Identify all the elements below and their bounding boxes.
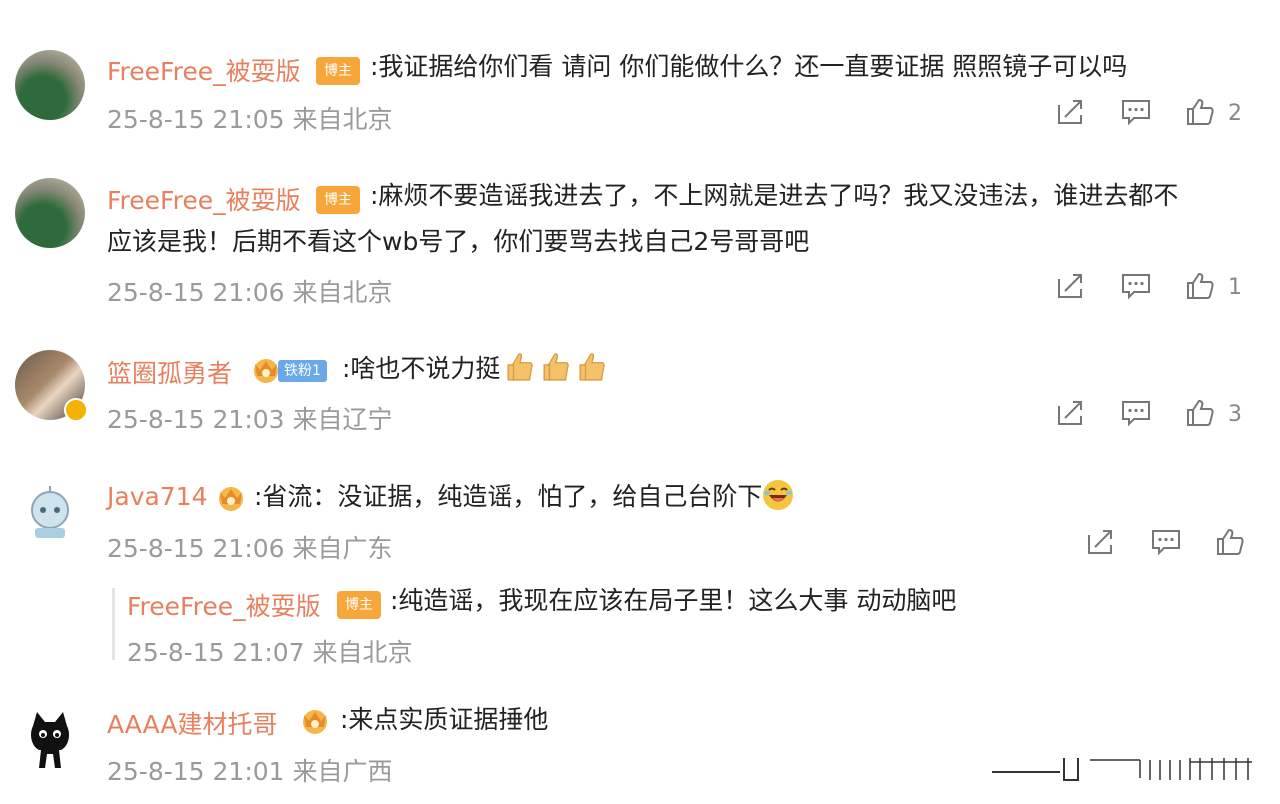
host-badge: 博主 [316,186,360,214]
like-count: 3 [1228,402,1242,427]
laughing-emoji [762,479,795,511]
username[interactable]: FreeFree_被耍版 [107,52,301,88]
username[interactable]: AAAA建材托哥 [107,705,278,741]
share-icon[interactable] [1055,97,1087,129]
comment-icon[interactable] [1120,97,1152,129]
comment-icon[interactable] [1120,271,1152,303]
comment-icon[interactable] [1150,527,1182,559]
like-count: 2 [1228,101,1242,126]
comment-text: :麻烦不要造谣我进去了，不上网就是进去了吗？我又没违法，谁进去都不 [370,181,1179,210]
verified-icon [64,398,88,422]
host-badge: 博主 [337,591,381,619]
share-icon[interactable] [1055,271,1087,303]
username[interactable]: 篮圈孤勇者 [107,354,232,390]
comment-text: :我证据给你们看 请问 你们能做什么？还一直要证据 照照镜子可以吗 [370,52,1128,81]
share-icon[interactable] [1085,527,1117,559]
crown-badge-icon [219,487,243,511]
comment-text: :啥也不说力挺 [342,347,608,391]
robot-avatar-icon [31,486,69,538]
like-icon[interactable] [1215,527,1247,559]
reply-meta: 25-8-15 21:07 来自北京 [127,638,413,667]
comment-meta: 25-8-15 21:03 来自辽宁 [107,405,393,434]
comment-text: :来点实质证据捶他 [340,705,549,734]
avatar[interactable] [15,50,85,120]
avatar[interactable] [15,704,85,774]
comment-meta: 25-8-15 21:05 来自北京 [107,105,393,134]
comment-meta: 25-8-15 21:06 来自北京 [107,278,393,307]
username[interactable]: FreeFree_被耍版 [107,181,301,217]
comment-text: :省流：没证据，纯造谣，怕了，给自己台阶下 [254,475,795,519]
like-icon[interactable] [1185,271,1217,303]
thumbs-up-emoji [543,353,570,381]
username[interactable]: Java714 [107,482,208,511]
comment-text: 应该是我！后期不看这个wb号了，你们要骂去找自己2号哥哥吧 [107,227,810,256]
comment-text-content: :啥也不说力挺 [342,354,501,383]
reply-divider [112,588,115,660]
thumbs-up-emoji [579,353,606,381]
comment-meta: 25-8-15 21:06 来自广东 [107,534,393,563]
avatar[interactable] [15,178,85,248]
reply-text: :纯造谣，我现在应该在局子里！这么大事 动动脑吧 [390,586,957,615]
fan-badge: 铁粉1 [278,360,327,382]
share-icon[interactable] [1055,398,1087,430]
black-cat-avatar-icon [31,712,69,768]
comment-text-content: :省流：没证据，纯造谣，怕了，给自己台阶下 [254,482,763,511]
reply-username[interactable]: FreeFree_被耍版 [127,587,321,623]
like-icon[interactable] [1185,97,1217,129]
host-badge: 博主 [316,57,360,85]
like-count: 1 [1228,275,1242,300]
comment-icon[interactable] [1120,398,1152,430]
watermark-graphic [992,758,1252,781]
avatar[interactable] [15,480,85,550]
crown-badge-icon [303,710,327,734]
like-icon[interactable] [1185,398,1217,430]
thumbs-up-emoji [507,353,534,381]
comment-meta: 25-8-15 21:01 来自广西 [107,757,393,786]
